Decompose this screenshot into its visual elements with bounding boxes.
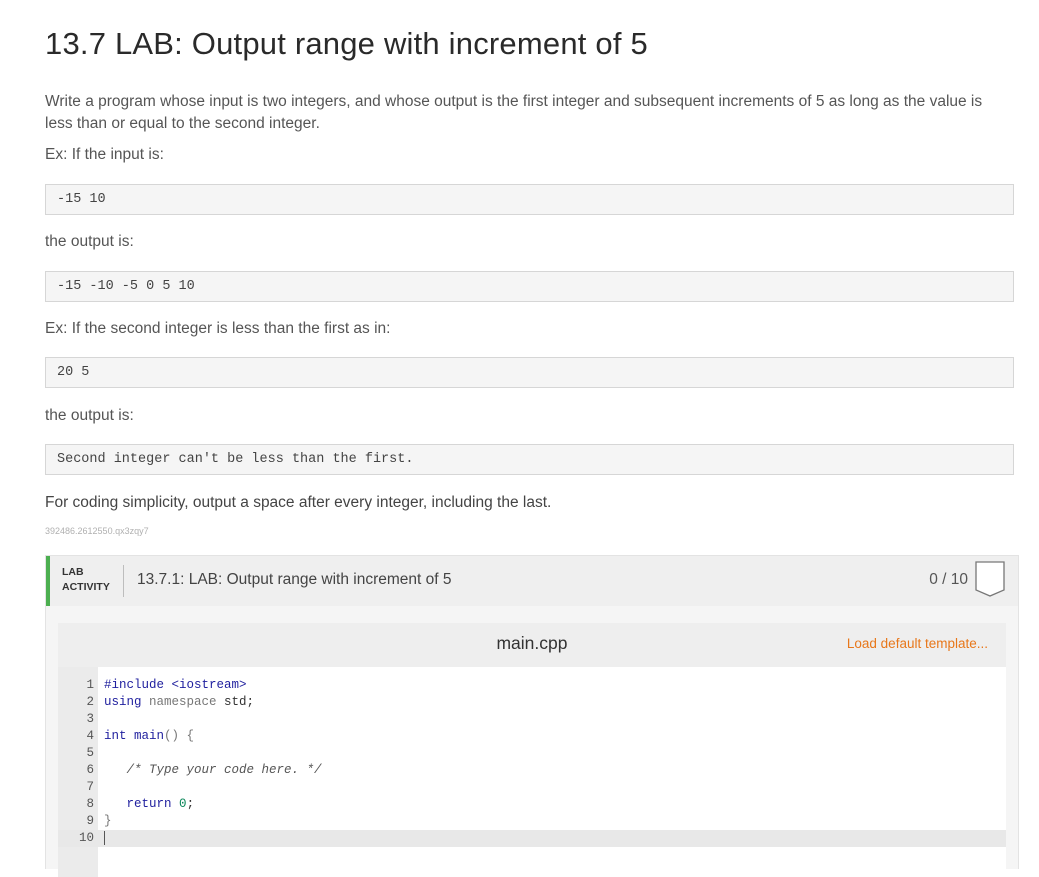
code-line[interactable]: 4 int main() {	[58, 728, 1006, 745]
line-content: }	[104, 813, 112, 830]
code-token: main	[127, 729, 165, 743]
line-content: using namespace std;	[104, 694, 254, 711]
line-number: 6	[58, 762, 94, 779]
lab-score: 0 / 10	[929, 571, 968, 589]
editor-toolbar: main.cpp Load default template...	[58, 623, 1006, 667]
text-cursor	[104, 831, 105, 845]
code-editor[interactable]: main.cpp Load default template... 1 #incl…	[58, 623, 1006, 873]
line-number: 8	[58, 796, 94, 813]
lab-activity-panel: LAB ACTIVITY 13.7.1: LAB: Output range w…	[45, 555, 1019, 869]
code-token: 0	[179, 797, 187, 811]
example1-output-box: -15 -10 -5 0 5 10	[45, 271, 1014, 302]
code-line[interactable]: 5	[58, 745, 1006, 762]
example2-intro: Ex: If the second integer is less than t…	[45, 318, 390, 340]
code-line[interactable]: 6 /* Type your code here. */	[58, 762, 1006, 779]
problem-description: Write a program whose input is two integ…	[45, 91, 1005, 135]
code-line[interactable]: 2 using namespace std;	[58, 694, 1006, 711]
line-number: 2	[58, 694, 94, 711]
line-number: 4	[58, 728, 94, 745]
lab-tag-line2: ACTIVITY	[62, 580, 110, 595]
lab-activity-tag: LAB ACTIVITY	[62, 565, 110, 595]
code-token: }	[104, 814, 112, 828]
example1-input-box: -15 10	[45, 184, 1014, 215]
activity-id: 392486.2612550.qx3zqy7	[45, 526, 149, 536]
code-token: namespace	[142, 695, 225, 709]
code-line[interactable]: 8 return 0;	[58, 796, 1006, 813]
code-line[interactable]: 10	[58, 830, 1006, 847]
example1-intro: Ex: If the input is:	[45, 144, 164, 166]
code-token: ;	[187, 797, 195, 811]
coding-note: For coding simplicity, output a space af…	[45, 492, 551, 514]
line-number: 10	[58, 830, 94, 847]
load-default-template-link[interactable]: Load default template...	[847, 636, 988, 651]
lab-accent-bar	[46, 556, 50, 606]
code-line[interactable]: 9}	[58, 813, 1006, 830]
code-line[interactable]: 7	[58, 779, 1006, 796]
example1-output-intro: the output is:	[45, 231, 134, 253]
code-token: int	[104, 729, 127, 743]
line-content	[104, 830, 105, 847]
line-content: return 0;	[104, 796, 194, 813]
lab-tag-line1: LAB	[62, 565, 110, 580]
completion-badge-icon	[974, 560, 1006, 603]
example2-input-box: 20 5	[45, 357, 1014, 388]
line-number: 3	[58, 711, 94, 728]
code-token: using	[104, 695, 142, 709]
page-title: 13.7 LAB: Output range with increment of…	[45, 26, 648, 62]
lab-header-divider	[123, 565, 124, 597]
example2-output-box: Second integer can't be less than the fi…	[45, 444, 1014, 475]
lab-title: 13.7.1: LAB: Output range with increment…	[137, 571, 452, 589]
line-number: 7	[58, 779, 94, 796]
line-content: #include <iostream>	[104, 677, 247, 694]
code-token	[172, 797, 180, 811]
lab-header: LAB ACTIVITY 13.7.1: LAB: Output range w…	[46, 556, 1018, 606]
line-content: /* Type your code here. */	[104, 762, 322, 779]
code-token: /* Type your code here. */	[104, 763, 322, 777]
line-number: 9	[58, 813, 94, 830]
code-token: return	[127, 797, 172, 811]
example2-output-intro: the output is:	[45, 405, 134, 427]
line-number: 5	[58, 745, 94, 762]
code-line[interactable]: 3	[58, 711, 1006, 728]
code-area[interactable]: 1 #include <iostream> 2 using namespace std…	[58, 677, 1006, 847]
code-token	[104, 797, 127, 811]
line-content: int main() {	[104, 728, 194, 745]
code-token: () {	[164, 729, 194, 743]
code-token: #include <iostream>	[104, 678, 247, 692]
code-token: std;	[224, 695, 254, 709]
line-number: 1	[58, 677, 94, 694]
code-line[interactable]: 1 #include <iostream>	[58, 677, 1006, 694]
